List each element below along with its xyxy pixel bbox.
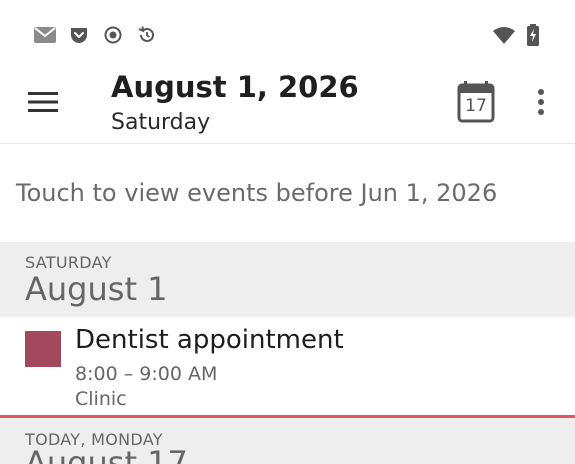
day-header-today: TODAY, MONDAY August 17 — [0, 418, 575, 464]
go-to-today-button[interactable]: 17 — [456, 80, 496, 124]
day-date-label: August 1 — [25, 270, 168, 308]
app-bar: August 1, 2026 Saturday 17 — [0, 64, 575, 144]
event-item[interactable]: Dentist appointment 8:00 – 9:00 AM Clini… — [0, 317, 575, 416]
page-subtitle: Saturday — [111, 110, 211, 135]
load-earlier-label: Touch to view events before Jun 1, 2026 — [16, 179, 498, 207]
battery-charging-icon — [522, 24, 544, 46]
day-header: SATURDAY August 1 — [0, 242, 575, 317]
load-earlier-events-button[interactable]: Touch to view events before Jun 1, 2026 — [0, 144, 575, 242]
event-color-swatch — [25, 331, 61, 367]
event-time: 8:00 – 9:00 AM — [75, 363, 218, 385]
hamburger-menu-icon[interactable] — [20, 82, 66, 122]
record-icon — [102, 24, 124, 46]
event-title: Dentist appointment — [75, 325, 344, 355]
wifi-icon — [493, 24, 515, 46]
calendar-day-number: 17 — [465, 96, 487, 116]
gmail-icon — [34, 24, 56, 46]
event-location: Clinic — [75, 388, 127, 410]
more-vert-icon[interactable] — [526, 82, 556, 122]
pocket-icon — [68, 24, 90, 46]
sync-icon — [136, 24, 158, 46]
day-date-label: August 17 — [25, 444, 188, 464]
status-bar — [0, 0, 575, 64]
page-title: August 1, 2026 — [111, 70, 359, 104]
